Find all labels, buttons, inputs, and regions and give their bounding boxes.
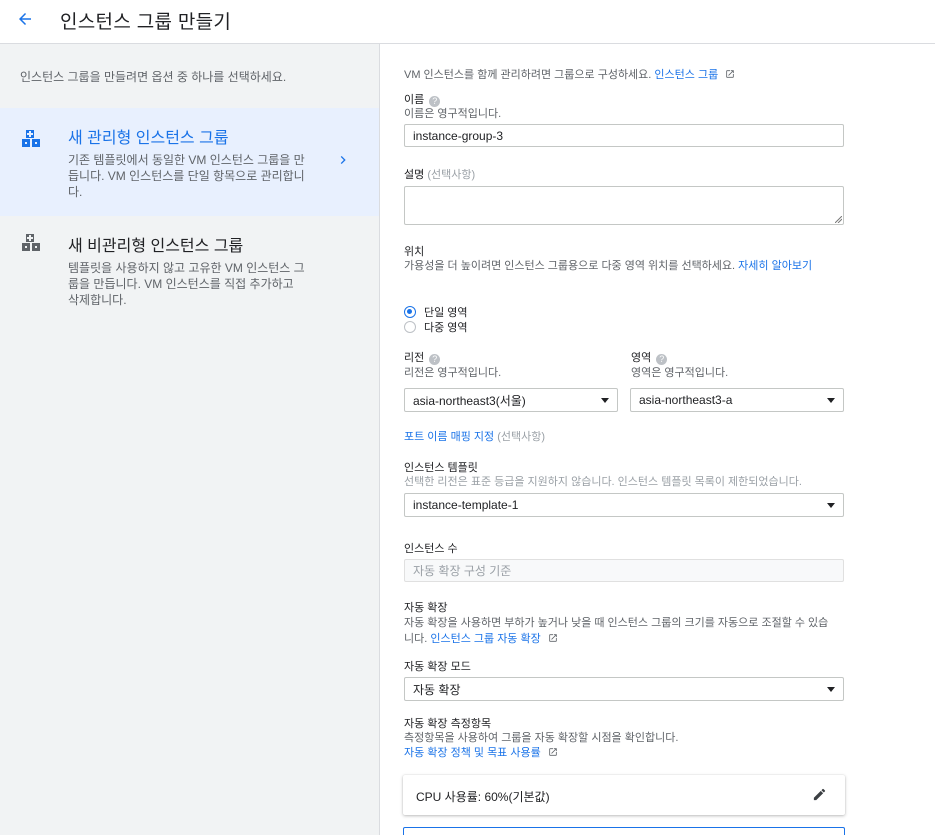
port-mapping: 포트 이름 매핑 지정 (선택사항) bbox=[404, 428, 545, 444]
dropdown-arrow-icon bbox=[601, 398, 609, 403]
template-select[interactable]: instance-template-1 bbox=[404, 493, 844, 517]
location-desc-text: 가용성을 더 높이려면 인스턴스 그룹용으로 다중 영역 위치를 선택하세요. bbox=[404, 260, 736, 272]
template-hint: 선택한 리전은 표준 등급을 지원하지 않습니다. 인스턴스 템플릿 목록이 제… bbox=[404, 476, 802, 488]
instance-count-input: 자동 확장 구성 기준 bbox=[404, 559, 844, 582]
open-external-icon bbox=[726, 70, 735, 78]
cpu-metric-card[interactable]: CPU 사용률: 60%(기본값) bbox=[403, 775, 845, 815]
description-label: 설명 (선택사항) bbox=[404, 166, 475, 182]
arrow-back-icon bbox=[19, 13, 31, 25]
page-title: 인스턴스 그룹 만들기 bbox=[60, 12, 232, 33]
instance-count-label: 인스턴스 수 bbox=[404, 543, 458, 555]
form-intro-link[interactable]: 인스턴스 그룹 bbox=[654, 69, 718, 81]
open-external-icon bbox=[549, 634, 557, 642]
region-hint: 리전은 영구적입니다. bbox=[404, 367, 502, 379]
autoscaling-mode-select[interactable]: 자동 확장 bbox=[404, 677, 844, 701]
cpu-metric-text: CPU 사용률: 60%(기본값) bbox=[416, 790, 550, 804]
region-label-text: 리전 bbox=[404, 352, 425, 364]
open-external-icon bbox=[549, 748, 557, 756]
description-textarea[interactable] bbox=[404, 186, 844, 225]
option-managed-desc: 기존 템플릿에서 동일한 VM 인스턴스 그룹을 만듭니다. VM 인스턴스를 … bbox=[68, 153, 305, 199]
option-managed-title: 새 관리형 인스턴스 그룹 bbox=[68, 130, 229, 147]
option-panel: 인스턴스 그룹을 만들려면 옵션 중 하나를 선택하세요. 새 관리형 인스턴스… bbox=[0, 44, 380, 835]
radio-single-zone[interactable] bbox=[404, 306, 416, 318]
back-button[interactable] bbox=[12, 6, 38, 32]
dropdown-arrow-icon bbox=[827, 503, 835, 508]
option-unmanaged-title: 새 비관리형 인스턴스 그룹 bbox=[68, 238, 244, 255]
port-mapping-link[interactable]: 포트 이름 매핑 지정 bbox=[404, 431, 494, 443]
managed-group-icon bbox=[22, 130, 40, 147]
zone-label: 영역? bbox=[631, 349, 668, 365]
location-desc: 가용성을 더 높이려면 인스턴스 그룹용으로 다중 영역 위치를 선택하세요. … bbox=[404, 259, 836, 274]
option-unmanaged-group[interactable]: 새 비관리형 인스턴스 그룹 템플릿을 사용하지 않고 고유한 VM 인스턴스 … bbox=[0, 216, 379, 324]
edit-pencil-icon[interactable] bbox=[812, 787, 827, 802]
region-select[interactable]: asia-northeast3(서울) bbox=[404, 388, 618, 412]
chevron-right-icon bbox=[340, 156, 346, 164]
name-hint: 이름은 영구적입니다. bbox=[404, 108, 502, 120]
region-label: 리전? bbox=[404, 349, 441, 365]
unmanaged-group-icon bbox=[22, 234, 40, 251]
dropdown-arrow-icon bbox=[827, 398, 835, 403]
dropdown-arrow-icon bbox=[827, 687, 835, 692]
autoscaling-label: 자동 확장 bbox=[404, 602, 448, 614]
page-header: 인스턴스 그룹 만들기 bbox=[0, 0, 935, 44]
autoscaling-mode-label: 자동 확장 모드 bbox=[404, 661, 471, 673]
port-mapping-optional: (선택사항) bbox=[497, 431, 546, 443]
radio-multi-zone[interactable] bbox=[404, 321, 416, 333]
option-unmanaged-desc: 템플릿을 사용하지 않고 고유한 VM 인스턴스 그룹을 만듭니다. VM 인스… bbox=[68, 261, 305, 307]
zone-select-value: asia-northeast3-a bbox=[639, 393, 733, 407]
zone-label-text: 영역 bbox=[631, 352, 652, 364]
region-select-value: asia-northeast3(서울) bbox=[413, 393, 526, 408]
description-label-text: 설명 bbox=[404, 169, 425, 181]
radio-multi-zone-label: 다중 영역 bbox=[424, 322, 468, 334]
option-managed-group[interactable]: 새 관리형 인스턴스 그룹 기존 템플릿에서 동일한 VM 인스턴스 그룹을 만… bbox=[0, 108, 379, 216]
zone-select[interactable]: asia-northeast3-a bbox=[630, 388, 844, 412]
location-label: 위치 bbox=[404, 246, 425, 258]
metrics-link[interactable]: 자동 확장 정책 및 목표 사용률 bbox=[404, 747, 541, 759]
autoscaling-mode-value: 자동 확장 bbox=[413, 682, 461, 697]
add-metric-button[interactable] bbox=[403, 827, 845, 835]
location-learn-more-link[interactable]: 자세히 알아보기 bbox=[738, 260, 812, 272]
metrics-link-row: 자동 확장 정책 및 목표 사용률 bbox=[404, 744, 558, 760]
form-intro-text: VM 인스턴스를 함께 관리하려면 그룹으로 구성하세요. bbox=[404, 69, 652, 81]
radio-single-zone-label: 단일 영역 bbox=[424, 307, 468, 319]
create-form: VM 인스턴스를 함께 관리하려면 그룹으로 구성하세요. 인스턴스 그룹 이름… bbox=[381, 44, 935, 835]
name-input[interactable]: instance-group-3 bbox=[404, 124, 844, 147]
zone-hint: 영역은 영구적입니다. bbox=[631, 367, 729, 379]
template-select-value: instance-template-1 bbox=[413, 498, 519, 512]
form-intro: VM 인스턴스를 함께 관리하려면 그룹으로 구성하세요. 인스턴스 그룹 bbox=[404, 66, 735, 82]
option-intro: 인스턴스 그룹을 만들려면 옵션 중 하나를 선택하세요. bbox=[20, 70, 287, 84]
metrics-desc: 측정항목을 사용하여 그룹을 자동 확장할 시점을 확인합니다. bbox=[404, 732, 679, 744]
resize-handle-icon[interactable] bbox=[835, 216, 842, 223]
autoscaling-link[interactable]: 인스턴스 그룹 자동 확장 bbox=[430, 633, 540, 645]
autoscaling-desc: 자동 확장을 사용하면 부하가 높거나 낮을 때 인스턴스 그룹의 크기를 자동… bbox=[404, 615, 838, 647]
description-optional: (선택사항) bbox=[427, 169, 476, 181]
